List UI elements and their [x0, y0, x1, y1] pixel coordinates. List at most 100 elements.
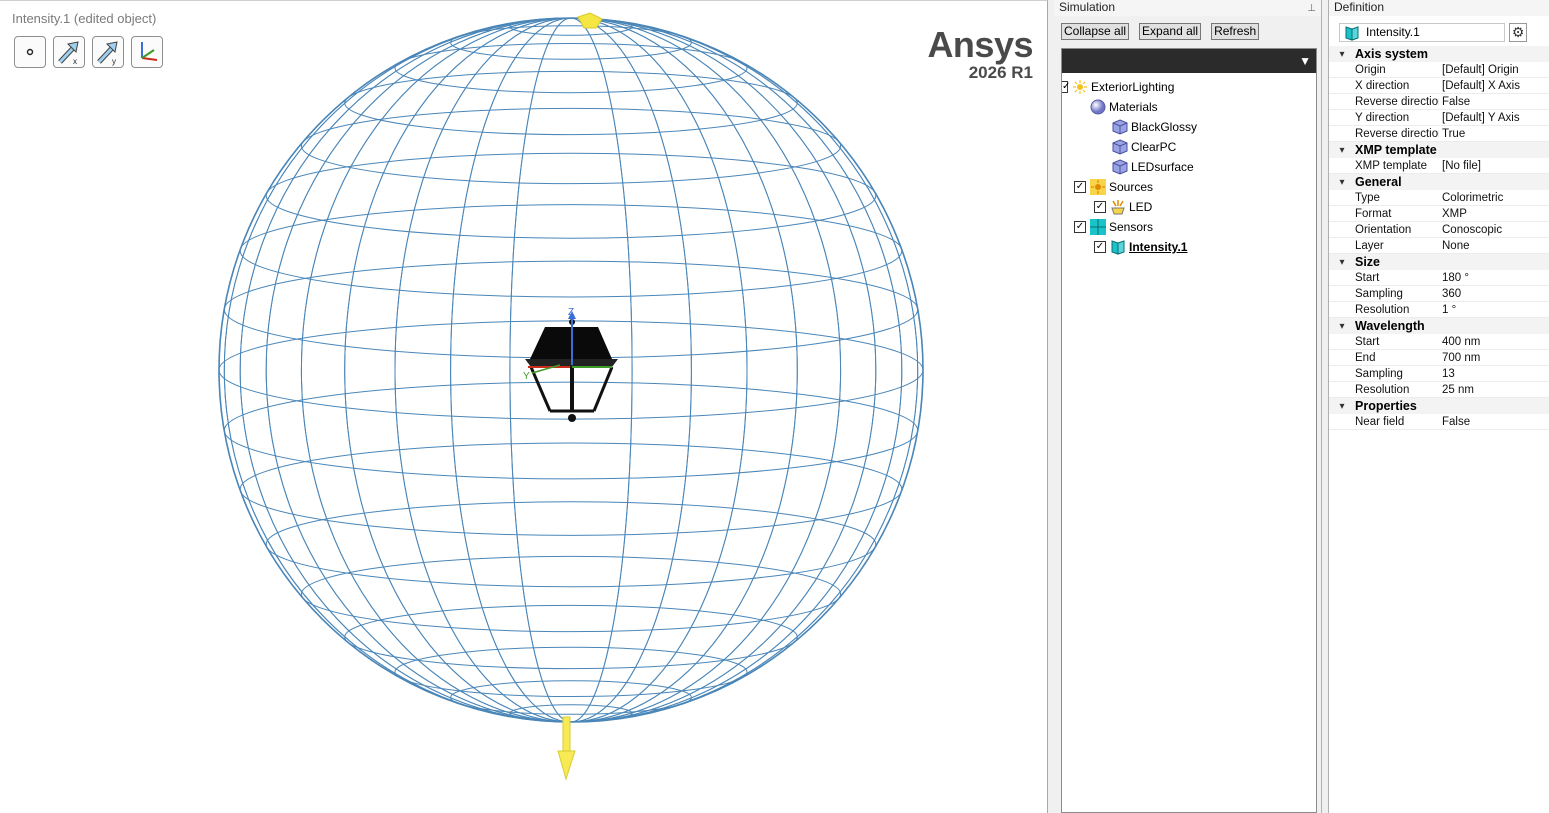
property-row[interactable]: Resolution 1 ° — [1329, 302, 1549, 318]
section-title: Size — [1355, 255, 1381, 269]
chevron-down-icon[interactable]: ▾ — [1329, 401, 1355, 412]
property-value[interactable]: 180 ° — [1439, 272, 1469, 284]
property-value[interactable]: [Default] Y Axis — [1439, 112, 1520, 124]
property-row[interactable]: Reverse direction False — [1329, 94, 1549, 110]
property-label: Layer — [1355, 239, 1384, 252]
tree-item-sensors[interactable]: ✓ Sensors — [1074, 217, 1153, 237]
tree-item-sensor-selected[interactable]: ✓ Intensity.1 — [1094, 237, 1187, 257]
light-icon — [1073, 80, 1087, 94]
property-row[interactable]: Reverse direction True — [1329, 126, 1549, 142]
latitude-line — [239, 442, 903, 536]
property-value[interactable]: 400 nm — [1439, 336, 1480, 348]
latitude-line — [394, 646, 748, 698]
simulation-panel-header: Simulation ⊥ — [1054, 0, 1321, 16]
tree-item-root[interactable]: ✓ ExteriorLighting — [1062, 77, 1174, 97]
cube-icon — [1112, 159, 1128, 175]
section-title: Wavelength — [1355, 319, 1425, 333]
chevron-down-icon[interactable]: ▾ — [1329, 321, 1355, 332]
tree-item-sources[interactable]: ✓ Sources — [1074, 177, 1153, 197]
intensity-checkbox[interactable]: ✓ — [1094, 241, 1106, 253]
property-row[interactable]: Y direction [Default] Y Axis — [1329, 110, 1549, 126]
property-row[interactable]: Start 180 ° — [1329, 270, 1549, 286]
filter-icon[interactable]: ▼ — [1299, 54, 1311, 68]
sources-checkbox[interactable]: ✓ — [1074, 181, 1086, 193]
property-row[interactable]: XMP template [No file] — [1329, 158, 1549, 174]
property-row[interactable]: Layer None — [1329, 238, 1549, 254]
tree-item-source[interactable]: ✓ LED — [1094, 197, 1152, 217]
property-section[interactable]: ▾ Wavelength — [1329, 318, 1549, 334]
section-title: General — [1355, 175, 1402, 189]
property-label: Format — [1355, 207, 1392, 220]
chevron-down-icon[interactable]: ▾ — [1329, 257, 1355, 268]
chevron-down-icon[interactable]: ▾ — [1329, 145, 1355, 156]
property-row[interactable]: Origin [Default] Origin — [1329, 62, 1549, 78]
tree-header: ▼ — [1062, 49, 1316, 73]
y-axis-arrow-icon[interactable]: y — [92, 36, 124, 68]
gear-icon[interactable]: ⚙ — [1509, 22, 1527, 42]
property-value[interactable]: False — [1439, 416, 1470, 428]
led-checkbox[interactable]: ✓ — [1094, 201, 1106, 213]
property-row[interactable]: End 700 nm — [1329, 350, 1549, 366]
lamp-model[interactable]: Z Y — [523, 307, 618, 422]
property-value[interactable]: False — [1439, 96, 1470, 108]
property-value[interactable]: [Default] X Axis — [1439, 80, 1520, 92]
collapse-all-button[interactable]: Collapse all — [1061, 23, 1130, 40]
property-row[interactable]: Resolution 25 nm — [1329, 382, 1549, 398]
property-value[interactable]: True — [1439, 128, 1465, 140]
expand-all-button[interactable]: Expand all — [1139, 23, 1202, 40]
latitude-line — [239, 204, 903, 298]
latitude-line — [344, 604, 798, 670]
tree-item-label: Materials — [1109, 100, 1158, 114]
property-row[interactable]: Sampling 360 — [1329, 286, 1549, 302]
property-row[interactable]: Near field False — [1329, 414, 1549, 430]
property-row[interactable]: Start 400 nm — [1329, 334, 1549, 350]
property-row[interactable]: Type Colorimetric — [1329, 190, 1549, 206]
property-value[interactable]: [No file] — [1439, 160, 1481, 172]
property-row[interactable]: X direction [Default] X Axis — [1329, 78, 1549, 94]
tree-item-material[interactable]: BlackGlossy — [1112, 117, 1197, 137]
property-value[interactable]: Colorimetric — [1439, 192, 1503, 204]
tree-item-material[interactable]: LEDsurface — [1112, 157, 1194, 177]
latitude-line — [300, 107, 842, 185]
sensors-icon — [1090, 219, 1106, 235]
svg-text:y: y — [112, 57, 116, 66]
viewport-toolbar: x y — [14, 36, 163, 68]
axis-system-icon[interactable] — [131, 36, 163, 68]
property-value[interactable]: 25 nm — [1439, 384, 1474, 396]
sensors-checkbox[interactable]: ✓ — [1074, 221, 1086, 233]
property-section[interactable]: ▾ Axis system — [1329, 46, 1549, 62]
property-value[interactable]: Conoscopic — [1439, 224, 1502, 236]
property-value[interactable]: 13 — [1439, 368, 1455, 380]
property-row[interactable]: Orientation Conoscopic — [1329, 222, 1549, 238]
property-value[interactable]: 1 ° — [1439, 304, 1456, 316]
property-value[interactable]: XMP — [1439, 208, 1467, 220]
pin-icon[interactable]: ⊥ — [1307, 1, 1316, 16]
property-value[interactable]: [Default] Origin — [1439, 64, 1519, 76]
tree-item-material[interactable]: ClearPC — [1112, 137, 1176, 157]
property-section[interactable]: ▾ Properties — [1329, 398, 1549, 414]
property-row[interactable]: Format XMP — [1329, 206, 1549, 222]
property-label: X direction — [1355, 79, 1410, 92]
x-axis-arrow-icon[interactable]: x — [53, 36, 85, 68]
chevron-down-icon[interactable]: ▾ — [1329, 49, 1355, 60]
3d-viewport[interactable]: Z Y Intensity.1 (edited object) x y Ansy… — [0, 0, 1048, 813]
tree-item-materials[interactable]: Materials — [1090, 97, 1158, 117]
chevron-down-icon[interactable]: ▾ — [1329, 177, 1355, 188]
sphere-sensor-scene[interactable]: Z Y — [0, 1, 1048, 813]
property-value[interactable]: 700 nm — [1439, 352, 1480, 364]
property-section[interactable]: ▾ XMP template — [1329, 142, 1549, 158]
property-section[interactable]: ▾ General — [1329, 174, 1549, 190]
section-title: XMP template — [1355, 143, 1437, 157]
object-name-field[interactable]: Intensity.1 — [1339, 22, 1505, 42]
refresh-button[interactable]: Refresh — [1211, 23, 1260, 40]
simulation-panel: Simulation ⊥ Collapse all Expand all Ref… — [1054, 0, 1322, 813]
property-value[interactable]: 360 — [1439, 288, 1461, 300]
property-section[interactable]: ▾ Size — [1329, 254, 1549, 270]
root-checkbox[interactable]: ✓ — [1062, 81, 1070, 93]
property-row[interactable]: Sampling 13 — [1329, 366, 1549, 382]
property-value[interactable]: None — [1439, 240, 1470, 252]
tree-item-label: Sensors — [1109, 220, 1154, 234]
point-tool-icon[interactable] — [14, 36, 46, 68]
property-label: Start — [1355, 335, 1380, 348]
property-label: Reverse direction — [1355, 95, 1439, 108]
